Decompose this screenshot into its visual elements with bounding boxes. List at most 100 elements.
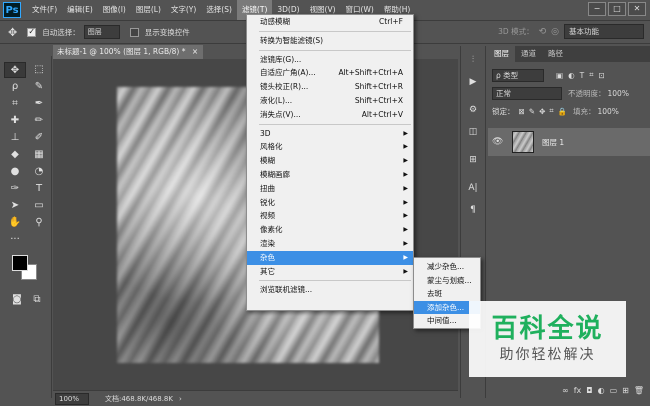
pen-tool-icon[interactable]: ✑ (4, 181, 26, 197)
filter-menu-item[interactable]: 像素化 ▶ (247, 223, 413, 237)
properties-panel-icon[interactable]: ⚙ (464, 102, 482, 118)
blend-mode-select[interactable]: 正常 (492, 86, 562, 100)
filter-menu-item[interactable]: 模糊 ▶ (247, 154, 413, 168)
menu-item[interactable]: 编辑(E) (62, 0, 98, 20)
move-tool-icon[interactable]: ✥ (8, 26, 17, 39)
new-layer-icon[interactable]: ⊞ (622, 386, 629, 395)
gradient-tool-icon[interactable]: ▦ (28, 147, 50, 163)
filter-menu-item[interactable]: 转换为智能滤镜(S) (247, 34, 413, 48)
workspace-select[interactable]: 基本功能 (564, 24, 644, 39)
filter-menu-item[interactable]: 视频 ▶ (247, 209, 413, 223)
filter-menu-item[interactable]: 杂色 ▶ (247, 250, 413, 265)
eraser-tool-icon[interactable]: ◆ (4, 147, 26, 163)
status-arrow-icon[interactable]: › (179, 395, 182, 403)
layer-row[interactable]: 👁 图层 1 (488, 128, 650, 156)
dodge-tool-icon[interactable]: ◔ (28, 164, 50, 180)
filter-shape-icon[interactable]: ⌗ (589, 70, 593, 80)
filter-menu-item[interactable]: 动感模糊 Ctrl+F (247, 15, 413, 29)
blur-tool-icon[interactable]: ● (4, 164, 26, 180)
close-window-button[interactable]: ✕ (628, 2, 646, 16)
lasso-tool-icon[interactable]: ρ (4, 79, 26, 95)
visibility-eye-icon[interactable]: 👁 (492, 137, 506, 147)
adjustment-layer-icon[interactable]: ◐ (598, 386, 605, 395)
add-mask-icon[interactable]: ◘ (586, 386, 592, 395)
menu-item[interactable]: 图像(I) (98, 0, 131, 20)
tab-layers[interactable]: 图层 (488, 46, 515, 62)
filter-menu-item[interactable]: 其它 ▶ (247, 265, 413, 279)
menu-item[interactable]: 选择(S) (201, 0, 237, 20)
filter-menu-item[interactable]: 渲染 ▶ (247, 237, 413, 251)
zoom-tool-icon[interactable]: ⚲ (28, 215, 50, 231)
filter-menu-item[interactable]: 液化(L)... Shift+Ctrl+X (247, 94, 413, 108)
filter-menu-item[interactable]: 3D ▶ (247, 127, 413, 141)
rotate-3d-icon[interactable]: ⟲ (539, 27, 547, 37)
hand-tool-icon[interactable]: ✋ (4, 215, 26, 231)
history-brush-icon[interactable]: ✐ (28, 130, 50, 146)
foreground-color-swatch[interactable] (12, 255, 28, 271)
filter-menu-item[interactable]: 模糊画廊 ▶ (247, 168, 413, 182)
filter-menu-item[interactable]: 自适应广角(A)... Alt+Shift+Ctrl+A (247, 66, 413, 80)
layer-kind-filter[interactable]: ρ 类型 (492, 68, 544, 82)
path-select-icon[interactable]: ➤ (4, 198, 26, 214)
filter-smart-icon[interactable]: ⊡ (598, 71, 604, 80)
filter-menu-item[interactable]: 镜头校正(R)... Shift+Ctrl+R (247, 80, 413, 94)
filter-menu-item[interactable]: 消失点(V)... Alt+Ctrl+V (247, 108, 413, 122)
healing-brush-icon[interactable]: ✚ (4, 113, 26, 129)
menu-item[interactable]: 文件(F) (27, 0, 62, 20)
close-tab-icon[interactable]: × (192, 47, 198, 56)
quick-mask-icon[interactable]: ◙ (6, 292, 28, 308)
lock-position-icon[interactable]: ✥ (539, 107, 545, 116)
marquee-tool-icon[interactable]: ⬚ (28, 62, 50, 78)
lock-pixels-icon[interactable]: ⊠ (519, 107, 525, 116)
zoom-field[interactable]: 100% (55, 392, 89, 405)
maximize-button[interactable]: □ (608, 2, 626, 16)
noise-submenu-item[interactable]: 蒙尘与划痕... (414, 274, 480, 288)
lock-paint-icon[interactable]: ✎ (529, 107, 535, 116)
layer-style-icon[interactable]: fx (574, 386, 582, 395)
actions-panel-icon[interactable]: ▶ (464, 74, 482, 90)
filter-menu-item[interactable]: 浏览联机滤镜... (247, 283, 413, 297)
layer-name[interactable]: 图层 1 (542, 137, 564, 148)
filter-type-icon[interactable]: T (580, 71, 585, 80)
filter-menu-item[interactable]: 锐化 ▶ (247, 196, 413, 210)
tab-paths[interactable]: 路径 (542, 46, 569, 62)
menu-item[interactable]: 文字(Y) (166, 0, 201, 20)
crop-tool-icon[interactable]: ⌗ (4, 96, 26, 112)
minimize-button[interactable]: − (588, 2, 606, 16)
noise-submenu-item[interactable]: 去斑 (414, 287, 480, 301)
delete-layer-icon[interactable]: 🗑 (634, 386, 644, 395)
swatches-panel-icon[interactable]: ⊞ (464, 152, 482, 168)
clone-stamp-icon[interactable]: ⊥ (4, 130, 26, 146)
show-transform-checkbox[interactable] (129, 27, 139, 37)
lock-all-icon[interactable]: 🔒 (558, 107, 567, 116)
move-tool-icon[interactable]: ✥ (4, 62, 26, 78)
new-group-icon[interactable]: ▭ (610, 386, 618, 395)
character-panel-icon[interactable]: A| (464, 180, 482, 196)
lock-artboard-icon[interactable]: ⌗ (549, 106, 553, 116)
screen-mode-icon[interactable]: ⧉ (26, 292, 48, 308)
tab-channels[interactable]: 通道 (515, 46, 542, 62)
history-panel-icon[interactable]: ⫶ (464, 52, 482, 68)
orbit-3d-icon[interactable]: ◎ (551, 27, 559, 37)
noise-submenu-item[interactable]: 减少杂色... (414, 260, 480, 274)
adjustments-panel-icon[interactable]: ◫ (464, 124, 482, 140)
eyedropper-tool-icon[interactable]: ✒ (28, 96, 50, 112)
document-tab[interactable]: 未标题-1 @ 100% (图层 1, RGB/8) * × (53, 45, 203, 59)
paragraph-panel-icon[interactable]: ¶ (464, 202, 482, 218)
quick-select-tool-icon[interactable]: ✎ (28, 79, 50, 95)
opacity-value[interactable]: 100% (608, 89, 629, 98)
shape-tool-icon[interactable]: ▭ (28, 198, 50, 214)
more-tools-icon[interactable]: ··· (4, 232, 26, 248)
auto-select-checkbox[interactable]: ✓ (27, 27, 37, 37)
menu-item[interactable]: 图层(L) (131, 0, 166, 20)
filter-menu-item[interactable]: 扭曲 ▶ (247, 182, 413, 196)
fill-value[interactable]: 100% (597, 107, 618, 116)
auto-select-dropdown[interactable]: 图层 (83, 25, 120, 39)
brush-tool-icon[interactable]: ✏ (28, 113, 50, 129)
filter-menu-item[interactable]: 风格化 ▶ (247, 140, 413, 154)
link-layers-icon[interactable]: ∞ (562, 386, 569, 395)
type-tool-icon[interactable]: T (28, 181, 50, 197)
filter-adjust-icon[interactable]: ◐ (568, 71, 575, 80)
filter-menu-item[interactable]: 滤镜库(G)... (247, 53, 413, 67)
filter-pixel-icon[interactable]: ▣ (556, 71, 563, 80)
